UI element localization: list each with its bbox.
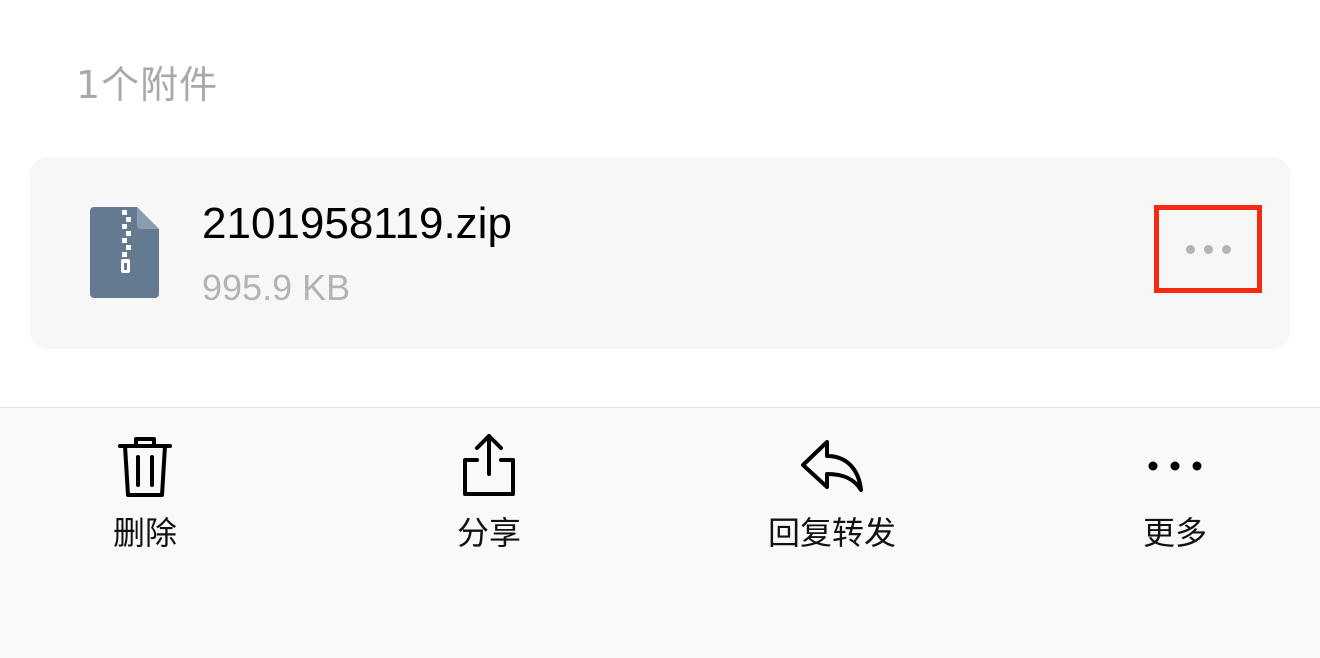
share-icon <box>463 434 515 496</box>
reply-forward-button[interactable]: 回复转发 <box>732 408 932 568</box>
trash-icon <box>118 437 172 497</box>
file-size: 995.9 KB <box>202 267 351 308</box>
attachment-more-button[interactable] <box>1154 205 1262 293</box>
file-name: 2101958119.zip <box>202 199 512 248</box>
delete-label: 删除 <box>112 514 177 552</box>
delete-button[interactable]: 删除 <box>45 408 245 568</box>
bottom-toolbar: 删除 分享 回复转发 更多 <box>0 407 1320 658</box>
attachment-count: 1个附件 <box>76 63 219 107</box>
reply-icon <box>801 440 863 492</box>
share-button[interactable]: 分享 <box>389 408 589 568</box>
share-label: 分享 <box>456 514 521 552</box>
zip-file-icon <box>90 207 159 298</box>
more-label: 更多 <box>1142 514 1207 552</box>
ellipsis-icon <box>1185 244 1195 254</box>
reply-forward-label: 回复转发 <box>767 514 896 552</box>
ellipsis-icon <box>1148 461 1202 471</box>
more-button[interactable]: 更多 <box>1075 408 1275 568</box>
attachment-card[interactable]: 2101958119.zip 995.9 KB <box>30 157 1290 349</box>
